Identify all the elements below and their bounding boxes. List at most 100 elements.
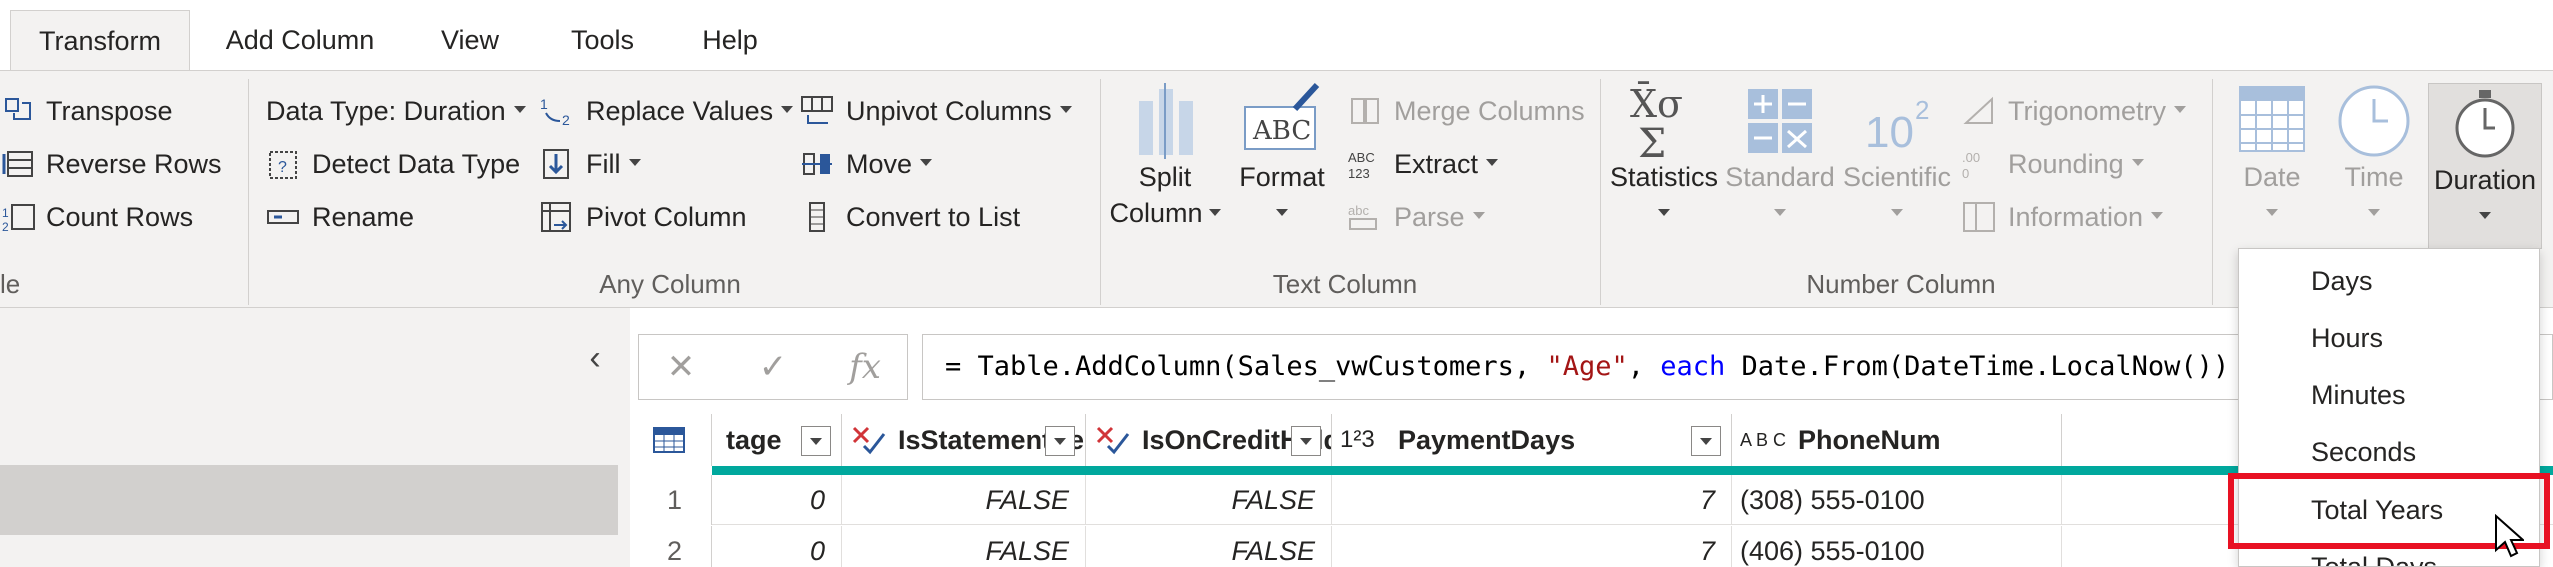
table-menu-button[interactable] xyxy=(638,414,712,466)
row-number[interactable]: 1 xyxy=(638,475,712,525)
column-header-tage[interactable]: tage xyxy=(712,414,842,466)
parse-button[interactable]: abc Parse xyxy=(1348,197,1485,237)
statistics-label: Statistics xyxy=(1609,162,1719,192)
insert-function-button[interactable]: fx xyxy=(835,343,895,391)
column-name: tage xyxy=(726,424,782,455)
ribbon-tab-bar: Transform Add Column View Tools Help xyxy=(0,0,2553,70)
chevron-down-icon xyxy=(1208,209,1221,217)
information-label: Information xyxy=(2008,201,2144,232)
rename-button[interactable]: Rename xyxy=(266,197,414,237)
column-filter-button[interactable] xyxy=(1691,426,1721,456)
parse-label: Parse xyxy=(1394,201,1465,232)
convert-to-list-button[interactable]: Convert to List xyxy=(800,197,1020,237)
table-cell[interactable]: (308) 555-0100 xyxy=(1732,475,2062,525)
count-rows-button[interactable]: 12 Count Rows xyxy=(0,197,193,237)
column-filter-button[interactable] xyxy=(1045,426,1075,456)
table-cell[interactable]: 7 xyxy=(1332,475,1732,525)
menu-item-minutes[interactable]: Minutes xyxy=(2239,367,2539,423)
menu-item-hours[interactable]: Hours xyxy=(2239,310,2539,366)
merge-columns-button[interactable]: Merge Columns xyxy=(1348,91,1585,131)
row-number[interactable]: 2 xyxy=(638,526,712,567)
trigonometry-button[interactable]: Trigonometry xyxy=(1962,91,2187,131)
close-icon: ✕ xyxy=(666,348,696,386)
ribbon: Transpose Reverse Rows 12 Count Rows le … xyxy=(0,70,2553,308)
table-cell[interactable]: 0 xyxy=(712,475,842,525)
extract-label: Extract xyxy=(1394,148,1479,179)
statistics-icon: X̄σΣ xyxy=(1630,82,1683,159)
column-filter-button[interactable] xyxy=(801,426,831,456)
replace-values-icon: 12 xyxy=(540,96,570,127)
menu-item-seconds[interactable]: Seconds xyxy=(2239,424,2539,480)
stopwatch-icon xyxy=(2455,90,2515,158)
rounding-button[interactable]: .00 0 Rounding xyxy=(1962,144,2144,184)
pivot-column-button[interactable]: Pivot Column xyxy=(540,197,747,237)
split-column-button[interactable]: Split Column xyxy=(1105,81,1225,261)
chevron-down-icon xyxy=(1658,209,1670,217)
transpose-label: Transpose xyxy=(46,95,173,126)
fill-down-icon xyxy=(543,149,569,179)
standard-math-icon xyxy=(1748,89,1812,153)
collapse-pane-button[interactable]: ‹ xyxy=(580,338,610,378)
clock-icon xyxy=(2338,85,2410,157)
group-separator xyxy=(1600,79,1601,305)
svg-text:ABC: ABC xyxy=(1252,116,1311,146)
commit-formula-button[interactable]: ✓ xyxy=(743,343,803,391)
selected-query-item[interactable] xyxy=(0,465,618,535)
chevron-down-icon xyxy=(1891,209,1903,217)
standard-button[interactable]: Standard xyxy=(1724,81,1836,261)
extract-button[interactable]: ABC 123 Extract xyxy=(1348,144,1499,184)
tab-transform[interactable]: Transform xyxy=(10,10,190,70)
trigonometry-icon xyxy=(1963,96,1993,124)
tab-tools[interactable]: Tools xyxy=(555,10,650,70)
menu-item-days[interactable]: Days xyxy=(2239,253,2539,309)
format-icon: ABC xyxy=(1244,82,1320,150)
duration-button[interactable]: Duration xyxy=(2428,83,2542,249)
svg-text:.00: .00 xyxy=(1962,150,1980,165)
scientific-button[interactable]: 10 2 Scientific xyxy=(1838,81,1956,261)
column-header-isstatementsent[interactable]: IsStatementSent xyxy=(842,414,1086,466)
count-rows-label: Count Rows xyxy=(46,201,194,232)
statistics-button[interactable]: X̄σ Σ Statistics xyxy=(1606,81,1722,261)
cancel-formula-button[interactable]: ✕ xyxy=(651,343,711,391)
queries-pane: ‹ xyxy=(0,308,630,567)
table-cell[interactable]: 7 xyxy=(1332,526,1732,567)
format-label: Format xyxy=(1239,162,1325,192)
svg-text:abc: abc xyxy=(1348,203,1369,218)
column-filter-button[interactable] xyxy=(1291,426,1321,456)
detect-data-type-button[interactable]: ? Detect Data Type xyxy=(266,144,520,184)
chevron-down-icon xyxy=(1486,158,1499,166)
replace-values-label: Replace Values xyxy=(586,95,774,126)
formula-keyword-token: each xyxy=(1660,351,1726,382)
group-separator xyxy=(1100,79,1101,305)
tab-add-column[interactable]: Add Column xyxy=(210,10,390,70)
information-button[interactable]: Information xyxy=(1962,197,2164,237)
svg-text:2: 2 xyxy=(562,112,570,127)
formula-text-suffix: Date.From(DateTime.LocalNow()) xyxy=(1725,351,2230,382)
move-button[interactable]: Move xyxy=(800,144,933,184)
table-cell[interactable]: FALSE xyxy=(1086,526,1332,567)
reverse-rows-button[interactable]: Reverse Rows xyxy=(0,144,222,184)
split-column-label-1: Split xyxy=(1138,162,1192,192)
format-button[interactable]: ABC Format xyxy=(1232,81,1332,261)
table-cell[interactable]: 0 xyxy=(712,526,842,567)
column-header-phonenum[interactable]: A B C PhoneNum xyxy=(1732,414,2062,466)
table-cell[interactable]: (406) 555-0100 xyxy=(1732,526,2062,567)
tab-help[interactable]: Help xyxy=(690,10,770,70)
date-button[interactable]: Date xyxy=(2222,81,2322,261)
column-header-paymentdays[interactable]: 1²3 PaymentDays xyxy=(1332,414,1732,466)
tab-view[interactable]: View xyxy=(425,10,515,70)
chevron-down-icon xyxy=(920,158,933,166)
table-cell[interactable]: FALSE xyxy=(1086,475,1332,525)
unpivot-columns-button[interactable]: Unpivot Columns xyxy=(800,91,1072,131)
table-cell[interactable]: FALSE xyxy=(842,475,1086,525)
column-header-isoncredithold[interactable]: IsOnCreditHold xyxy=(1086,414,1332,466)
data-type-dropdown[interactable]: Data Type: Duration xyxy=(266,91,526,131)
trigonometry-label: Trigonometry xyxy=(2008,95,2167,126)
fill-button[interactable]: Fill xyxy=(540,144,641,184)
transpose-button[interactable]: Transpose xyxy=(0,91,173,131)
svg-text:2: 2 xyxy=(1915,95,1929,125)
svg-text:123: 123 xyxy=(1348,166,1370,180)
time-button[interactable]: Time xyxy=(2324,81,2424,261)
table-cell[interactable]: FALSE xyxy=(842,526,1086,567)
replace-values-button[interactable]: 12 Replace Values xyxy=(540,91,794,131)
